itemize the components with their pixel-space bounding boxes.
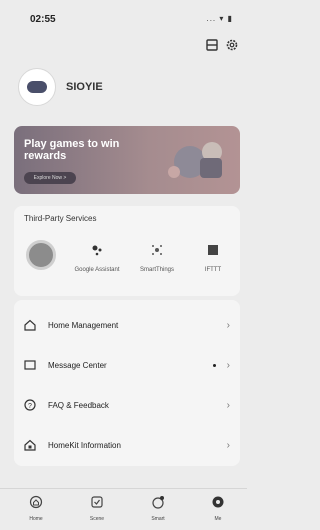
tab-me[interactable]: Me bbox=[198, 495, 238, 522]
menu-item-label: FAQ & Feedback bbox=[48, 400, 109, 410]
scene-tab-icon bbox=[91, 496, 103, 508]
service-avatar[interactable] bbox=[26, 240, 56, 270]
username: SIOYIE bbox=[66, 81, 103, 93]
tab-scene[interactable]: Scene bbox=[77, 495, 117, 522]
chevron-right-icon: › bbox=[226, 399, 230, 411]
tab-label: Me bbox=[214, 516, 222, 522]
scan-icon[interactable] bbox=[205, 38, 219, 52]
help-icon: ? bbox=[24, 399, 36, 411]
settings-menu: Home Management › Message Center › ? FAQ… bbox=[14, 300, 240, 466]
service-label: IFTTT bbox=[204, 267, 222, 273]
smartthings-icon bbox=[152, 245, 162, 255]
avatar[interactable] bbox=[18, 68, 56, 106]
tab-smart[interactable]: Smart bbox=[138, 495, 178, 522]
menu-item-homekit-information[interactable]: HomeKit Information › bbox=[14, 430, 240, 460]
smart-tab-icon bbox=[152, 496, 164, 509]
avatar-image bbox=[27, 81, 47, 93]
profile-header[interactable]: SIOYIE bbox=[18, 68, 103, 106]
status-bar: 02:55 ... ▾ ▮ bbox=[0, 0, 247, 40]
third-party-services-card: Third-Party Services Google Assistant Sm… bbox=[14, 206, 240, 296]
service-google-assistant[interactable]: Google Assistant bbox=[74, 244, 120, 274]
message-icon bbox=[24, 360, 36, 370]
service-label: SmartThings bbox=[139, 267, 174, 273]
menu-item-label: Home Management bbox=[48, 320, 119, 330]
ifttt-icon bbox=[208, 245, 218, 255]
banner-illustration bbox=[168, 142, 222, 178]
service-smartthings[interactable]: SmartThings bbox=[134, 244, 180, 274]
tab-label: Smart bbox=[151, 516, 165, 522]
menu-item-label: HomeKit Information bbox=[48, 440, 121, 450]
home-icon bbox=[24, 319, 36, 331]
service-ifttt[interactable]: IFTTT bbox=[190, 244, 236, 274]
tab-home[interactable]: Home bbox=[16, 495, 56, 522]
me-tab-icon bbox=[212, 496, 224, 508]
status-time: 02:55 bbox=[30, 14, 56, 25]
menu-item-message-center[interactable]: Message Center › bbox=[14, 350, 240, 380]
status-indicators: ... ▾ ▮ bbox=[206, 14, 233, 23]
settings-icon[interactable] bbox=[225, 38, 239, 52]
service-label: Google Assistant bbox=[74, 267, 120, 273]
chevron-right-icon: › bbox=[226, 439, 230, 451]
tab-label: Home bbox=[29, 516, 43, 522]
tab-label: Scene bbox=[89, 516, 105, 522]
menu-item-label: Message Center bbox=[48, 360, 107, 370]
unread-dot bbox=[213, 363, 216, 367]
banner-button[interactable]: Explore Now > bbox=[24, 172, 76, 184]
menu-item-faq-feedback[interactable]: ? FAQ & Feedback › bbox=[14, 390, 240, 420]
assistant-icon bbox=[92, 245, 102, 256]
top-actions bbox=[205, 38, 239, 52]
chevron-right-icon: › bbox=[226, 359, 230, 371]
menu-item-home-management[interactable]: Home Management › bbox=[14, 310, 240, 340]
services-title: Third-Party Services bbox=[24, 214, 97, 223]
svg-text:?: ? bbox=[28, 403, 32, 410]
bottom-tab-bar: Home Scene Smart Me bbox=[0, 488, 247, 530]
homekit-icon bbox=[24, 439, 36, 451]
home-tab-icon bbox=[29, 495, 43, 509]
chevron-right-icon: › bbox=[226, 319, 230, 331]
banner-title: Play games to win rewards bbox=[24, 138, 120, 162]
promo-banner[interactable]: Play games to win rewards Explore Now > bbox=[14, 126, 240, 194]
